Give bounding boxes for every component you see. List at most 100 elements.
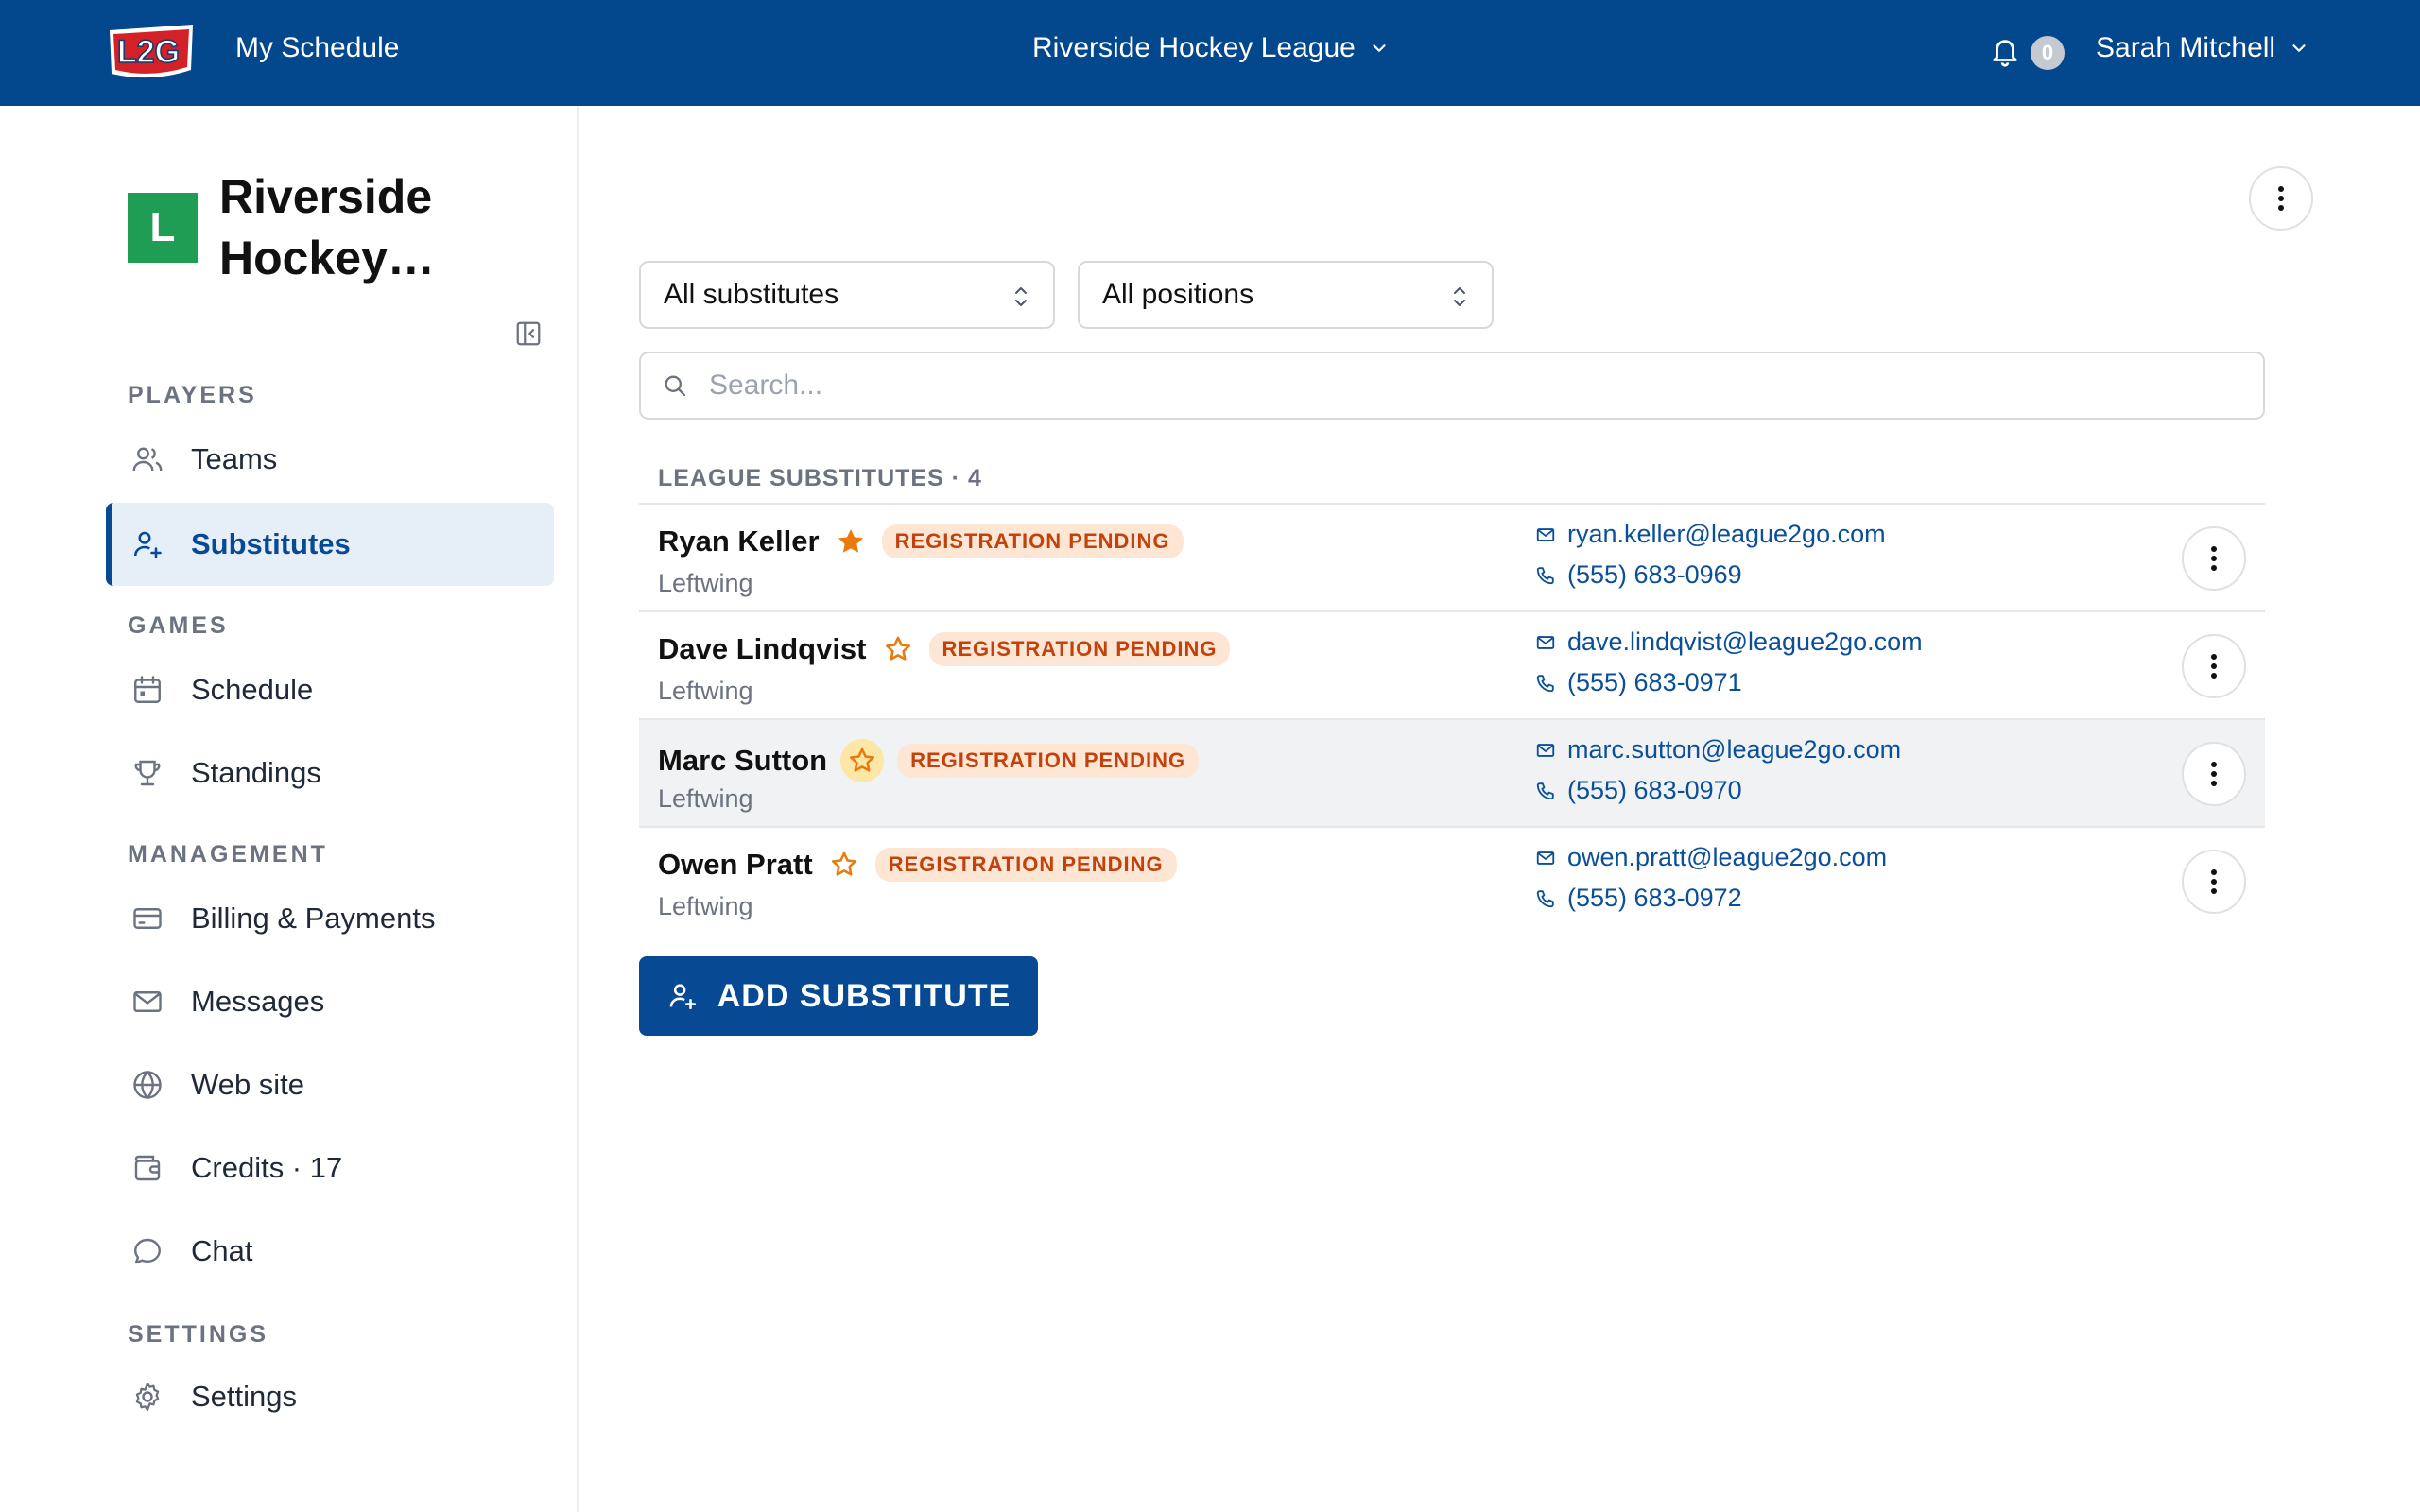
sidebar-item-credits[interactable]: Credits · 17 (106, 1126, 554, 1210)
table-row[interactable]: Ryan Keller REGISTRATION PENDING Leftwin… (639, 505, 2265, 612)
bell-icon[interactable] (1989, 34, 2021, 70)
phone-link[interactable]: (555) 683-0972 (1535, 884, 1742, 913)
more-vertical-icon (2278, 186, 2284, 211)
calendar-icon (134, 676, 161, 703)
email-text: owen.pratt@league2go.com (1567, 843, 1888, 871)
collapse-sidebar-icon[interactable] (514, 319, 543, 348)
table-row[interactable]: Dave Lindqvist REGISTRATION PENDING Left… (639, 612, 2265, 720)
phone-link[interactable]: (555) 683-0969 (1535, 560, 1742, 590)
star-filled-icon[interactable] (833, 524, 869, 559)
sidebar-item-label: Settings (191, 1380, 298, 1413)
phone-icon (1536, 674, 1554, 692)
top-navigation-bar: L2G My Schedule Riverside Hockey League … (0, 0, 2420, 106)
league-switcher-label: Riverside Hockey League (1032, 32, 1356, 63)
row-more-options-button[interactable] (2182, 850, 2246, 914)
credit-card-icon (133, 908, 162, 929)
substitutes-filter-select[interactable]: All substitutes (639, 261, 1055, 329)
phone-text: (555) 683-0971 (1567, 668, 1742, 696)
add-substitute-button[interactable]: ADD SUBSTITUTE (639, 956, 1038, 1036)
sidebar-item-label: Web site (191, 1068, 305, 1101)
sidebar-item-label: Messages (191, 985, 325, 1018)
phone-link[interactable]: (555) 683-0971 (1535, 668, 1742, 697)
org-avatar: L (128, 193, 198, 263)
status-badge: REGISTRATION PENDING (881, 524, 1184, 558)
chevron-up-down-icon (1015, 287, 1027, 306)
substitutes-list: Ryan Keller REGISTRATION PENDING Leftwin… (639, 503, 2265, 936)
mail-icon (1536, 527, 1555, 541)
email-link[interactable]: dave.lindqvist@league2go.com (1535, 627, 1923, 657)
page-more-options-button[interactable] (2249, 166, 2313, 231)
email-text: ryan.keller@league2go.com (1567, 520, 1886, 548)
sidebar-item-label: Credits · 17 (191, 1151, 343, 1184)
sidebar-item-website[interactable]: Web site (106, 1043, 554, 1126)
star-outline-icon[interactable] (826, 847, 862, 883)
phone-icon (1536, 782, 1554, 799)
phone-link[interactable]: (555) 683-0970 (1535, 776, 1742, 805)
gear-icon (135, 1383, 160, 1411)
table-row[interactable]: Owen Pratt REGISTRATION PENDING Leftwing… (639, 828, 2265, 936)
more-vertical-icon (2211, 869, 2217, 894)
player-position: Leftwing (658, 892, 753, 920)
status-badge: REGISTRATION PENDING (897, 744, 1200, 778)
phone-icon (1536, 889, 1554, 907)
mail-icon (1536, 635, 1555, 649)
player-position: Leftwing (658, 569, 753, 597)
row-more-options-button[interactable] (2182, 634, 2246, 698)
row-more-options-button[interactable] (2182, 526, 2246, 591)
positions-filter-value: All positions (1102, 279, 1254, 310)
section-label-games: GAMES (128, 612, 229, 639)
sidebar: L Riverside Hockey… PLAYERS Teams Substi… (0, 106, 579, 1512)
positions-filter-select[interactable]: All positions (1078, 261, 1494, 329)
league-switcher[interactable]: Riverside Hockey League (1032, 32, 1390, 64)
sidebar-item-settings[interactable]: Settings (106, 1355, 554, 1438)
sidebar-item-label: Standings (191, 756, 321, 789)
user-plus-icon (133, 531, 162, 558)
sidebar-item-chat[interactable]: Chat (106, 1210, 554, 1293)
sidebar-item-teams[interactable]: Teams (106, 418, 554, 501)
player-name[interactable]: Ryan Keller (658, 524, 820, 558)
org-name: Riverside Hockey… (219, 170, 435, 284)
phone-icon (1536, 566, 1554, 584)
section-label-settings: SETTINGS (128, 1321, 269, 1348)
player-name[interactable]: Marc Sutton (658, 744, 827, 778)
more-vertical-icon (2211, 654, 2217, 679)
sidebar-item-billing[interactable]: Billing & Payments (106, 877, 554, 960)
search-input[interactable] (709, 369, 2221, 402)
section-label-players: PLAYERS (128, 382, 257, 408)
email-link[interactable]: marc.sutton@league2go.com (1535, 735, 1901, 765)
email-link[interactable]: owen.pratt@league2go.com (1535, 843, 1887, 872)
row-more-options-button[interactable] (2182, 742, 2246, 806)
wallet-icon (134, 1155, 161, 1181)
email-text: dave.lindqvist@league2go.com (1567, 627, 1923, 656)
email-text: marc.sutton@league2go.com (1567, 735, 1902, 764)
star-outline-icon[interactable] (840, 739, 885, 782)
table-row[interactable]: Marc Sutton REGISTRATION PENDING Leftwin… (639, 720, 2265, 828)
sidebar-item-standings[interactable]: Standings (106, 731, 554, 815)
user-menu[interactable]: Sarah Mitchell (2096, 32, 2309, 64)
my-schedule-link[interactable]: My Schedule (235, 32, 399, 64)
player-position: Leftwing (658, 784, 753, 813)
sidebar-item-label: Chat (191, 1234, 253, 1267)
phone-text: (555) 683-0970 (1567, 776, 1742, 804)
phone-text: (555) 683-0969 (1567, 560, 1742, 589)
sidebar-item-label: Substitutes (191, 527, 351, 560)
sidebar-item-messages[interactable]: Messages (106, 960, 554, 1043)
email-link[interactable]: ryan.keller@league2go.com (1535, 520, 1886, 549)
chevron-down-icon (2292, 44, 2306, 52)
player-position: Leftwing (658, 677, 753, 705)
phone-text: (555) 683-0972 (1567, 884, 1742, 912)
globe-icon (133, 1070, 162, 1100)
chat-bubble-icon (134, 1238, 161, 1264)
trophy-icon (134, 760, 161, 786)
mail-icon (1536, 743, 1555, 757)
chevron-up-down-icon (1454, 287, 1465, 306)
player-name[interactable]: Dave Lindqvist (658, 632, 867, 666)
league2go-logo[interactable]: L2G (104, 21, 199, 83)
player-name[interactable]: Owen Pratt (658, 848, 813, 882)
search-icon (665, 375, 686, 397)
users-icon (132, 447, 163, 472)
sidebar-item-schedule[interactable]: Schedule (106, 648, 554, 731)
sidebar-item-substitutes[interactable]: Substitutes (106, 503, 554, 586)
notification-count-badge: 0 (2031, 36, 2065, 70)
star-outline-icon[interactable] (880, 631, 916, 667)
